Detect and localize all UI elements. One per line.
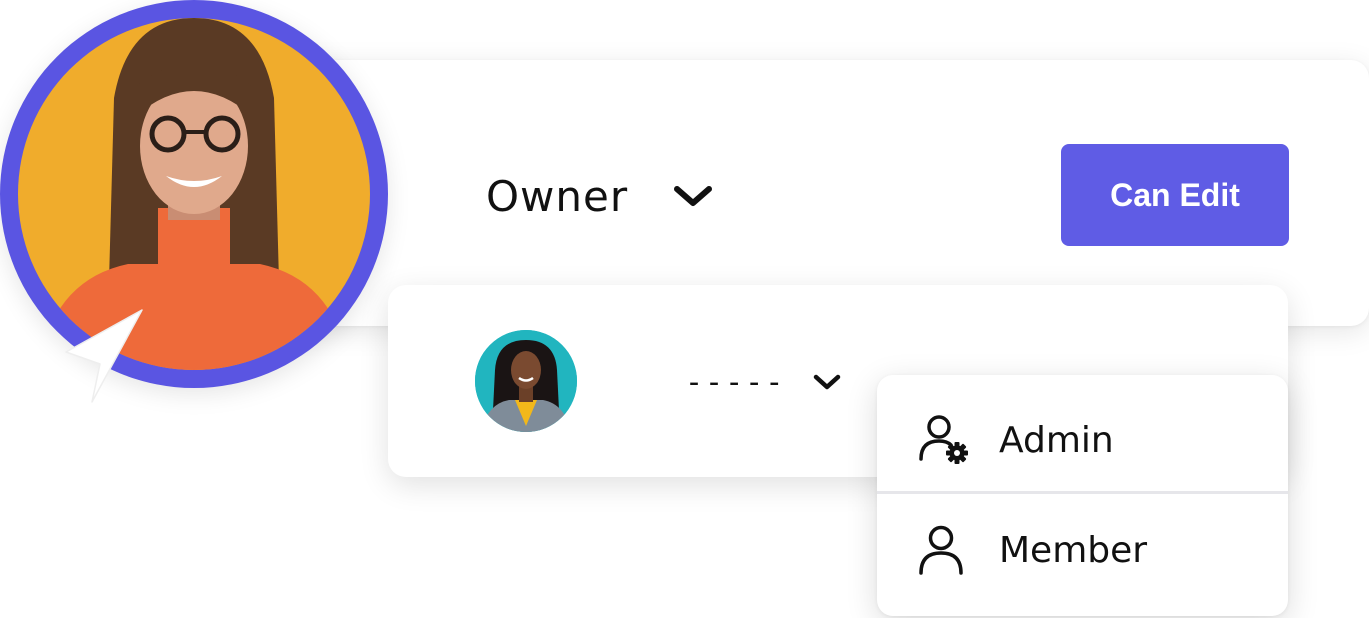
menu-item-label: Admin xyxy=(999,419,1114,461)
user-gear-icon xyxy=(917,413,971,467)
menu-item-member[interactable]: Member xyxy=(877,495,1288,605)
member-role-value: ----- xyxy=(685,364,786,400)
user-icon xyxy=(917,523,971,577)
cursor-icon xyxy=(62,306,158,411)
owner-role-label: Owner xyxy=(486,171,629,221)
owner-role-dropdown[interactable]: Owner xyxy=(486,168,714,224)
can-edit-button[interactable]: Can Edit xyxy=(1061,144,1289,246)
owner-avatar xyxy=(0,0,388,388)
menu-item-label: Member xyxy=(999,529,1148,571)
chevron-down-icon xyxy=(672,181,714,211)
menu-item-admin[interactable]: Admin xyxy=(877,385,1288,495)
member-role-dropdown[interactable]: ----- xyxy=(685,358,841,406)
member-avatar xyxy=(475,330,577,432)
menu-divider xyxy=(877,491,1288,494)
role-dropdown-menu: Admin Member xyxy=(877,375,1288,616)
chevron-down-icon xyxy=(813,372,841,392)
